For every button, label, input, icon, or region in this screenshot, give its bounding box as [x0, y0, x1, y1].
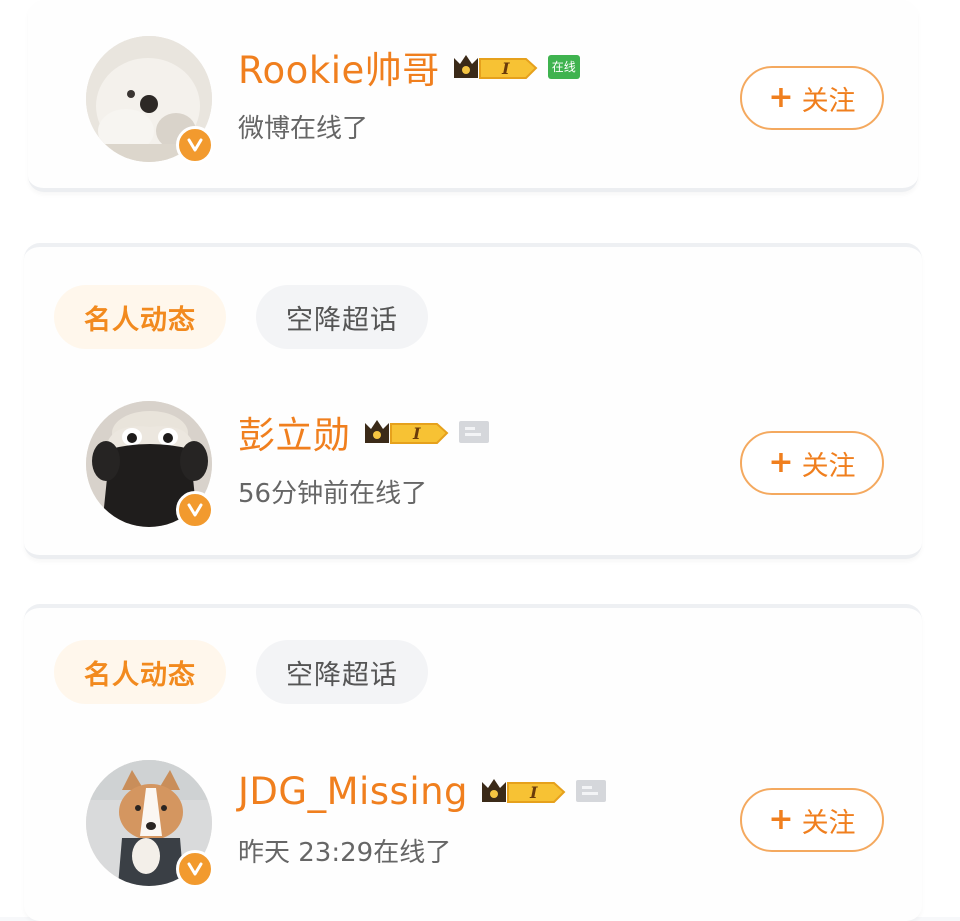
verified-icon — [176, 126, 214, 164]
recommended-users-page: Rookie帅哥 I 在线 微博在线了 + 关注 名人动态 空降超话 彭立勋 I… — [0, 0, 960, 921]
online-status-text: 昨天 23:29在线了 — [238, 838, 452, 868]
verified-icon — [176, 850, 214, 888]
online-status-text: 微博在线了 — [238, 114, 369, 144]
avatar[interactable] — [86, 401, 214, 529]
plus-icon: + — [768, 445, 794, 480]
follow-label: 关注 — [801, 807, 856, 839]
svg-text:I: I — [412, 424, 421, 443]
online-status-text: 56分钟前在线了 — [238, 479, 428, 509]
name-line: 彭立勋 I — [238, 409, 489, 457]
follow-label: 关注 — [801, 85, 856, 117]
plus-icon: + — [768, 80, 794, 115]
online-status-tag: 在线 — [547, 55, 580, 79]
crown-vip-icon[interactable]: I — [361, 415, 449, 449]
user-card: Rookie帅哥 I 在线 微博在线了 + 关注 — [28, 0, 918, 192]
name-line: JDG_Missing I — [238, 768, 607, 814]
tab-bar: 名人动态 空降超话 — [54, 640, 428, 704]
user-name[interactable]: 彭立勋 — [238, 405, 351, 459]
avatar[interactable] — [86, 760, 214, 888]
card-status-icon — [576, 780, 607, 802]
follow-label: 关注 — [801, 450, 856, 482]
tab-celebrity-news[interactable]: 名人动态 — [54, 285, 226, 349]
user-name[interactable]: Rookie帅哥 — [238, 40, 440, 94]
tab-super-topic[interactable]: 空降超话 — [256, 640, 428, 704]
tab-bar: 名人动态 空降超话 — [54, 285, 428, 349]
user-card: 名人动态 空降超话 — [24, 243, 922, 559]
user-card: 名人动态 空降超话 — [24, 604, 922, 921]
plus-icon: + — [768, 802, 794, 837]
avatar[interactable] — [86, 36, 214, 164]
tab-celebrity-news[interactable]: 名人动态 — [54, 640, 226, 704]
svg-text:I: I — [529, 783, 538, 802]
follow-button[interactable]: + 关注 — [740, 66, 884, 130]
svg-text:I: I — [501, 59, 510, 78]
card-status-icon — [458, 421, 489, 443]
user-name[interactable]: JDG_Missing — [238, 770, 468, 813]
crown-vip-icon[interactable]: I — [450, 50, 538, 84]
follow-button[interactable]: + 关注 — [740, 788, 884, 852]
verified-icon — [176, 491, 214, 529]
follow-button[interactable]: + 关注 — [740, 431, 884, 495]
tab-super-topic[interactable]: 空降超话 — [256, 285, 428, 349]
name-line: Rookie帅哥 I 在线 — [238, 44, 580, 92]
crown-vip-icon[interactable]: I — [478, 774, 566, 808]
